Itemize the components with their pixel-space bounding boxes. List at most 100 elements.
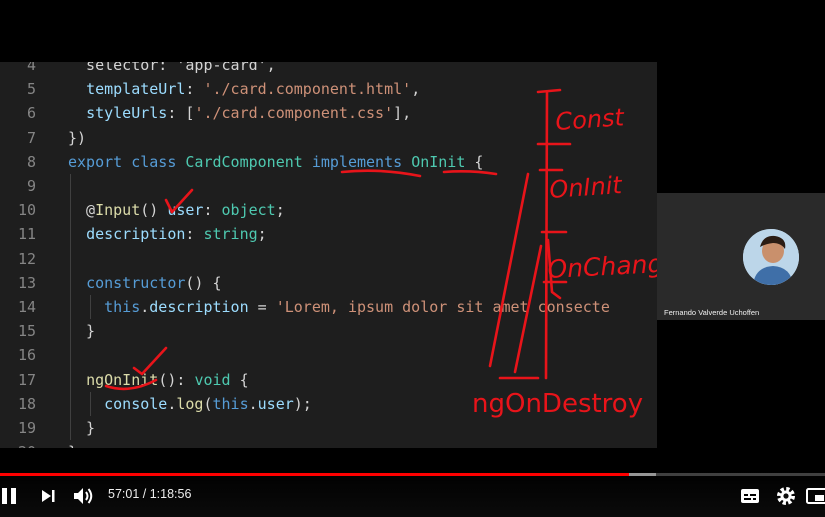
code-token: : — [203, 201, 222, 220]
code-token: : [ — [167, 104, 195, 123]
code-token: log — [176, 394, 204, 413]
code-token: templateUrl — [86, 80, 186, 99]
code-text: templateUrl: './card.component.html', — [68, 77, 420, 101]
code-token: user — [257, 394, 294, 413]
line-number: 16 — [17, 346, 36, 365]
line-number: 9 — [26, 177, 36, 195]
code-line: 16 — [0, 343, 657, 367]
time-total: 1:18:56 — [149, 487, 192, 501]
line-number: 15 — [17, 322, 36, 341]
code-token: ngOnInit — [86, 370, 159, 389]
code-token: this — [104, 298, 141, 316]
code-token: } — [68, 443, 77, 448]
code-token: user — [167, 201, 204, 220]
code-token: ( — [203, 394, 213, 413]
time-display: 57:01 / 1:18:56 — [108, 487, 191, 501]
line-number: 18 — [17, 394, 36, 413]
code-token: ); — [293, 394, 312, 413]
subtitles-button[interactable] — [738, 486, 762, 506]
code-text: selector: 'app-card', — [68, 62, 276, 77]
line-number: 8 — [26, 152, 36, 171]
code-text: } — [68, 440, 77, 448]
next-icon — [42, 490, 55, 502]
code-text: console.log(this.user); — [68, 392, 312, 416]
code-token: class — [131, 152, 177, 171]
code-token: description — [149, 298, 249, 316]
progress-played — [0, 473, 629, 476]
code-token: export — [68, 152, 123, 171]
code-line: 9 — [0, 174, 657, 198]
pause-button[interactable] — [0, 486, 20, 506]
code-token: description — [86, 225, 186, 244]
code-text: description: string; — [68, 222, 267, 246]
code-token: './card.component.html' — [203, 80, 412, 99]
code-line: 4 selector: 'app-card', — [0, 62, 657, 77]
code-token: selector: 'app-card', — [68, 62, 276, 74]
code-token: ; — [257, 225, 267, 244]
code-token: string — [203, 225, 258, 244]
code-line: 8 export class CardComponent implements O… — [0, 150, 657, 174]
code-line: 17 ngOnInit(): void { — [0, 368, 657, 392]
line-number: 13 — [17, 273, 36, 292]
code-line: 14 this.description = 'Lorem, ipsum dolo… — [0, 295, 657, 319]
code-line: 5 templateUrl: './card.component.html', — [0, 77, 657, 101]
code-token: console — [104, 394, 168, 413]
code-text: } — [68, 319, 95, 343]
code-token: . — [140, 298, 150, 316]
code-token: CardComponent — [185, 152, 303, 171]
code-text: ngOnInit(): void { — [68, 368, 249, 392]
line-number: 14 — [17, 298, 36, 316]
code-token: styleUrls — [86, 104, 168, 123]
next-button[interactable] — [38, 486, 58, 506]
code-text: styleUrls: ['./card.component.css'], — [68, 101, 411, 125]
code-text: } — [68, 416, 95, 440]
settings-icon — [777, 487, 795, 505]
code-token: ; — [275, 201, 285, 220]
code-token: (): — [158, 370, 195, 389]
video-player[interactable]: 4 selector: 'app-card', 5 templateUrl: '.… — [0, 0, 825, 517]
code-line: 15 } — [0, 319, 657, 343]
code-token: , — [411, 80, 421, 99]
code-token: void — [194, 370, 231, 389]
code-token: } — [68, 419, 96, 437]
code-line: 6 styleUrls: ['./card.component.css'], — [0, 101, 657, 125]
code-line: 13 constructor() { — [0, 271, 657, 295]
line-number: 6 — [26, 104, 36, 123]
code-token: this — [212, 394, 249, 413]
settings-button[interactable] — [774, 486, 798, 506]
progress-buffered — [628, 473, 656, 476]
line-number: 17 — [17, 370, 36, 389]
code-editor-frame: 4 selector: 'app-card', 5 templateUrl: '.… — [0, 62, 657, 448]
time-separator: / — [139, 487, 150, 501]
time-current: 57:01 — [108, 487, 140, 501]
line-number: 4 — [26, 62, 36, 74]
pause-icon — [2, 488, 16, 504]
player-controls: 57:01 / 1:18:56 — [0, 470, 825, 517]
code-line: 19 } — [0, 416, 657, 440]
line-number: 20 — [0, 440, 36, 448]
progress-bar[interactable] — [0, 473, 825, 476]
presenter-avatar — [743, 229, 799, 285]
code-token: Input — [95, 201, 141, 220]
code-token: OnInit — [411, 152, 466, 171]
code-line: 7}) — [0, 126, 657, 150]
code-token: implements — [311, 152, 403, 171]
code-line: 10 @Input() user: object; — [0, 198, 657, 222]
code-text: @Input() user: object; — [68, 198, 285, 222]
miniplayer-button[interactable] — [806, 486, 825, 506]
code-token: = — [248, 298, 276, 316]
line-number: 19 — [17, 419, 36, 437]
code-line: 20} — [0, 440, 657, 448]
code-text: }) — [68, 126, 86, 150]
volume-button[interactable] — [72, 486, 96, 506]
